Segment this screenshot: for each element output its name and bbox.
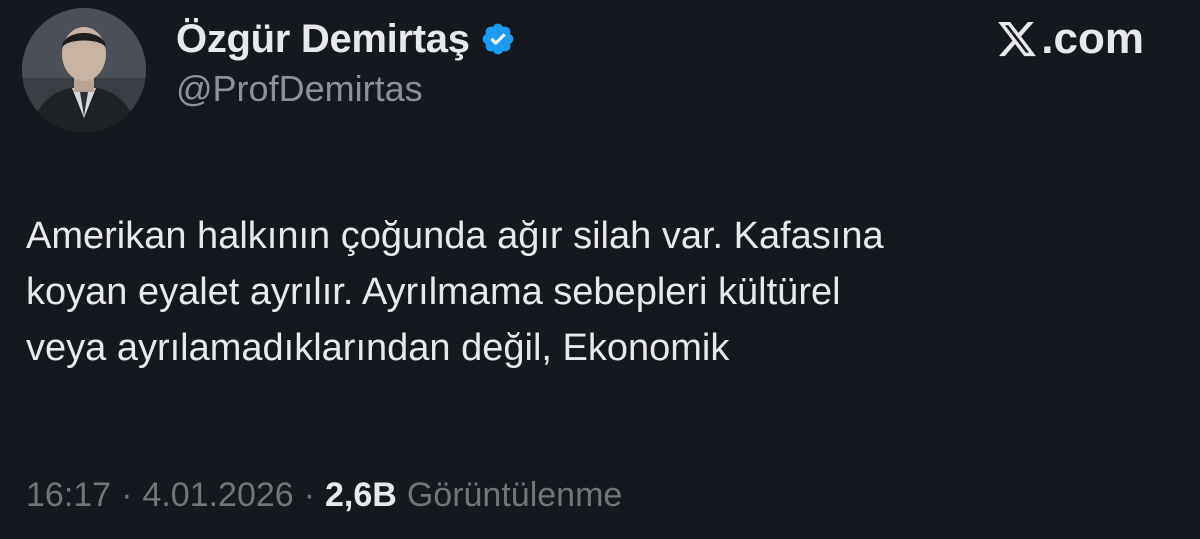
brand-domain-text: .com (1041, 14, 1144, 63)
tweet-date[interactable]: 4.01.2026 (142, 476, 293, 515)
author-display-name[interactable]: Özgür Demirtaş (176, 17, 470, 62)
verified-badge-icon (482, 23, 514, 55)
meta-separator: · (121, 475, 133, 514)
x-logo-icon (998, 21, 1037, 57)
avatar[interactable] (22, 8, 146, 132)
meta-separator: · (303, 475, 316, 514)
tweet-text: Amerikan halkının çoğunda ağır silah var… (26, 215, 884, 369)
x-brand-watermark: .com (995, 12, 1144, 66)
author-name-row: Özgür Demirtaş (176, 12, 516, 66)
views-count[interactable]: 2,6B (325, 476, 397, 515)
tweet-card: Özgür Demirtaş @ProfDemirtas .com Amerik… (0, 0, 1200, 539)
views-label: Görüntülenme (406, 475, 623, 514)
author-handle[interactable]: @ProfDemirtas (176, 68, 423, 110)
avatar-image (22, 8, 146, 132)
tweet-meta: 16:17 · 4.01.2026 · 2,6B Görüntülenme (26, 470, 622, 520)
tweet-time[interactable]: 16:17 (26, 476, 111, 515)
